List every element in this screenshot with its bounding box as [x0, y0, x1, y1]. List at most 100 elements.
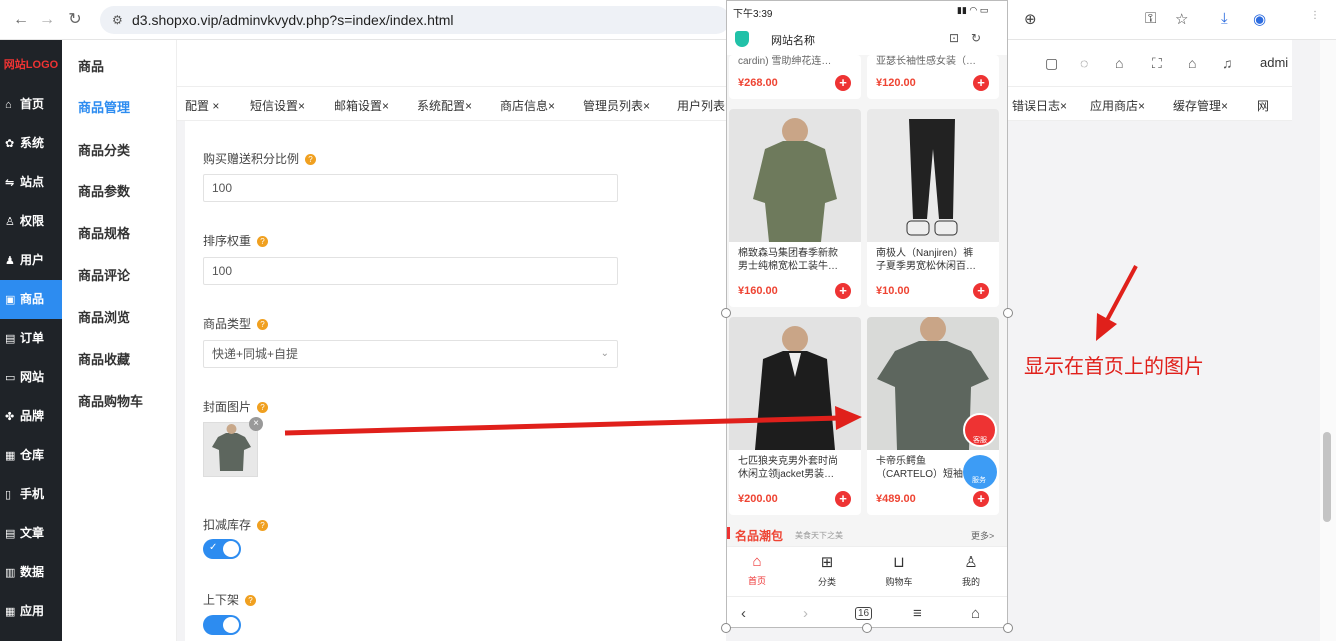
sidebar-item-label: 文章	[20, 526, 45, 540]
star-icon[interactable]: ☆	[1175, 10, 1188, 28]
admin-user[interactable]: admi	[1260, 55, 1288, 70]
subnav-item-cart[interactable]: 商品购物车	[78, 391, 143, 410]
store-icon[interactable]: ⌂	[1115, 55, 1123, 71]
tshirt-thumbnail-icon	[204, 423, 257, 476]
back-icon[interactable]: ←	[12, 11, 30, 29]
sidebar-item-goods[interactable]: ▣ 商品	[0, 280, 62, 319]
menu-icon[interactable]: ⋮	[1310, 10, 1320, 21]
sidebar-item-monitor[interactable]: ▭ 网站	[0, 358, 62, 397]
shelf-toggle[interactable]	[203, 615, 241, 635]
add-cart-icon[interactable]: +	[835, 283, 851, 299]
tab-system[interactable]: 系统配置×	[417, 97, 472, 114]
sidebar-item-article[interactable]: ▤ 文章	[0, 514, 62, 553]
phone-back-icon[interactable]: ‹	[741, 605, 746, 622]
tab-app-store[interactable]: 应用商店×	[1090, 97, 1145, 114]
sidebar-item-phone[interactable]: ▯ 手机	[0, 475, 62, 514]
add-cart-icon[interactable]: +	[973, 75, 989, 91]
points-input[interactable]: 100	[203, 174, 618, 202]
subnav-item-favor[interactable]: 商品收藏	[78, 349, 130, 368]
address-bar[interactable]: ⚙ d3.shopxo.vip/adminvkvydv.php?s=index/…	[100, 6, 730, 34]
remove-image-icon[interactable]: ×	[249, 417, 263, 431]
goods-icon: ▣	[5, 294, 16, 306]
forward-icon[interactable]: →	[38, 11, 56, 29]
resize-handle[interactable]	[721, 623, 731, 633]
ptab-category[interactable]: ⊞ 分类	[797, 553, 857, 588]
tab-sms[interactable]: 短信设置×	[250, 97, 305, 114]
service-button[interactable]: 服务	[963, 455, 997, 489]
add-cart-icon[interactable]: +	[973, 491, 989, 507]
tab-config[interactable]: 配置 ×	[185, 97, 219, 114]
product-card[interactable]: cardin) 雪助绅花连… ¥268.00 +	[729, 55, 861, 99]
tab-more[interactable]: 网	[1257, 97, 1269, 114]
key-icon[interactable]: ⚿	[1145, 10, 1156, 27]
add-cart-icon[interactable]: +	[835, 491, 851, 507]
help-icon[interactable]: ?	[245, 595, 257, 606]
sidebar-item-home[interactable]: ⌂ 首页	[0, 85, 62, 124]
fullscreen-icon[interactable]: ⛶	[1152, 55, 1162, 72]
tab-error-log[interactable]: 错误日志×	[1012, 97, 1067, 114]
profile-icon[interactable]: ◉	[1253, 10, 1266, 28]
sidebar-item-apps[interactable]: ▦ 应用	[0, 592, 62, 631]
ptab-mine[interactable]: ♙ 我的	[941, 553, 1001, 588]
sidebar-item-chart[interactable]: ▥ 数据	[0, 553, 62, 592]
tab-admins[interactable]: 管理员列表×	[583, 97, 650, 114]
sort-input[interactable]: 100	[203, 257, 618, 285]
subnav-item-params[interactable]: 商品参数	[78, 181, 130, 200]
tab-store-info[interactable]: 商店信息×	[500, 97, 555, 114]
ptab-home[interactable]: ⌂ 首页	[727, 553, 787, 587]
phone-tabs-count[interactable]: 16	[855, 607, 873, 620]
resize-handle[interactable]	[1003, 308, 1013, 318]
resize-handle[interactable]	[1003, 623, 1013, 633]
resize-handle[interactable]	[862, 623, 872, 633]
sidebar-item-brand[interactable]: ✤ 品牌	[0, 397, 62, 436]
customer-service-button[interactable]: 客服	[963, 413, 997, 447]
sidebar-item-user[interactable]: ♟ 用户	[0, 241, 62, 280]
scroll-thumb[interactable]	[1323, 432, 1331, 522]
tab-cache[interactable]: 缓存管理×	[1173, 97, 1228, 114]
subnav-item-category[interactable]: 商品分类	[78, 140, 130, 159]
add-cart-icon[interactable]: +	[973, 283, 989, 299]
bookmark-icon[interactable]: ⊡	[949, 31, 959, 45]
stock-toggle[interactable]: ✓	[203, 539, 241, 559]
download-icon[interactable]: ⤓	[1221, 10, 1228, 27]
refresh-icon[interactable]: ↻	[971, 31, 981, 45]
tab-users[interactable]: 用户列表×	[677, 97, 732, 114]
subnav-item-comments[interactable]: 商品评论	[78, 265, 130, 284]
product-card[interactable]: 七匹狼夹克男外套时尚 休闲立领jacket男装… ¥200.00 +	[729, 317, 861, 515]
product-card[interactable]: 棉致森马集团春季新款 男士纯棉宽松工装牛… ¥160.00 +	[729, 109, 861, 307]
subnav-item-specs[interactable]: 商品规格	[78, 223, 130, 242]
help-icon[interactable]: ?	[257, 402, 269, 413]
sidebar-item-sliders[interactable]: ⇋ 站点	[0, 163, 62, 202]
sidebar-item-order[interactable]: ▤ 订单	[0, 319, 62, 358]
reload-icon[interactable]: ↻	[66, 11, 84, 29]
help-icon[interactable]: ?	[257, 520, 269, 531]
help-icon[interactable]: ?	[257, 236, 269, 247]
type-select[interactable]: 快递+同城+自提 ⌄	[203, 340, 618, 368]
cover-image[interactable]	[203, 422, 258, 477]
subnav-item-browse[interactable]: 商品浏览	[78, 307, 130, 326]
resize-handle[interactable]	[721, 308, 731, 318]
add-cart-icon[interactable]: +	[835, 75, 851, 91]
subnav-item-goods-manage[interactable]: 商品管理	[78, 97, 130, 116]
help-icon[interactable]: ?	[257, 319, 269, 330]
sidebar-item-warehouse[interactable]: ▦ 仓库	[0, 436, 62, 475]
page-scrollbar[interactable]	[1320, 40, 1336, 641]
sidebar-item-user-key[interactable]: ♙ 权限	[0, 202, 62, 241]
palette-icon[interactable]: ◌	[1080, 55, 1088, 71]
phone-menu-icon[interactable]: ≡	[913, 605, 922, 622]
new-tab-icon[interactable]: ⊕	[1024, 10, 1037, 28]
sidebar-item-gear[interactable]: ✿ 系统	[0, 124, 62, 163]
ptab-cart[interactable]: ⊔ 购物车	[869, 553, 929, 588]
home-icon[interactable]: ⌂	[1188, 55, 1196, 71]
site-settings-icon[interactable]: ⚙	[112, 13, 123, 27]
product-card[interactable]: 南极人（Nanjiren）裤 子夏季男宽松休闲百… ¥10.00 +	[867, 109, 999, 307]
product-card[interactable]: 亚瑟长袖性感女装（… ¥120.00 +	[867, 55, 999, 99]
tab-email[interactable]: 邮箱设置×	[334, 97, 389, 114]
phone-home-icon[interactable]: ⌂	[971, 605, 980, 622]
section-more-link[interactable]: 更多>	[971, 529, 994, 542]
phone-forward-icon[interactable]: ›	[803, 605, 808, 622]
bell-icon[interactable]: ♫	[1222, 55, 1233, 71]
help-icon[interactable]: ?	[305, 154, 317, 165]
lock-icon[interactable]: ▢	[1045, 55, 1058, 72]
signal-icon: ▮▮ ◠ ▭	[957, 5, 989, 15]
